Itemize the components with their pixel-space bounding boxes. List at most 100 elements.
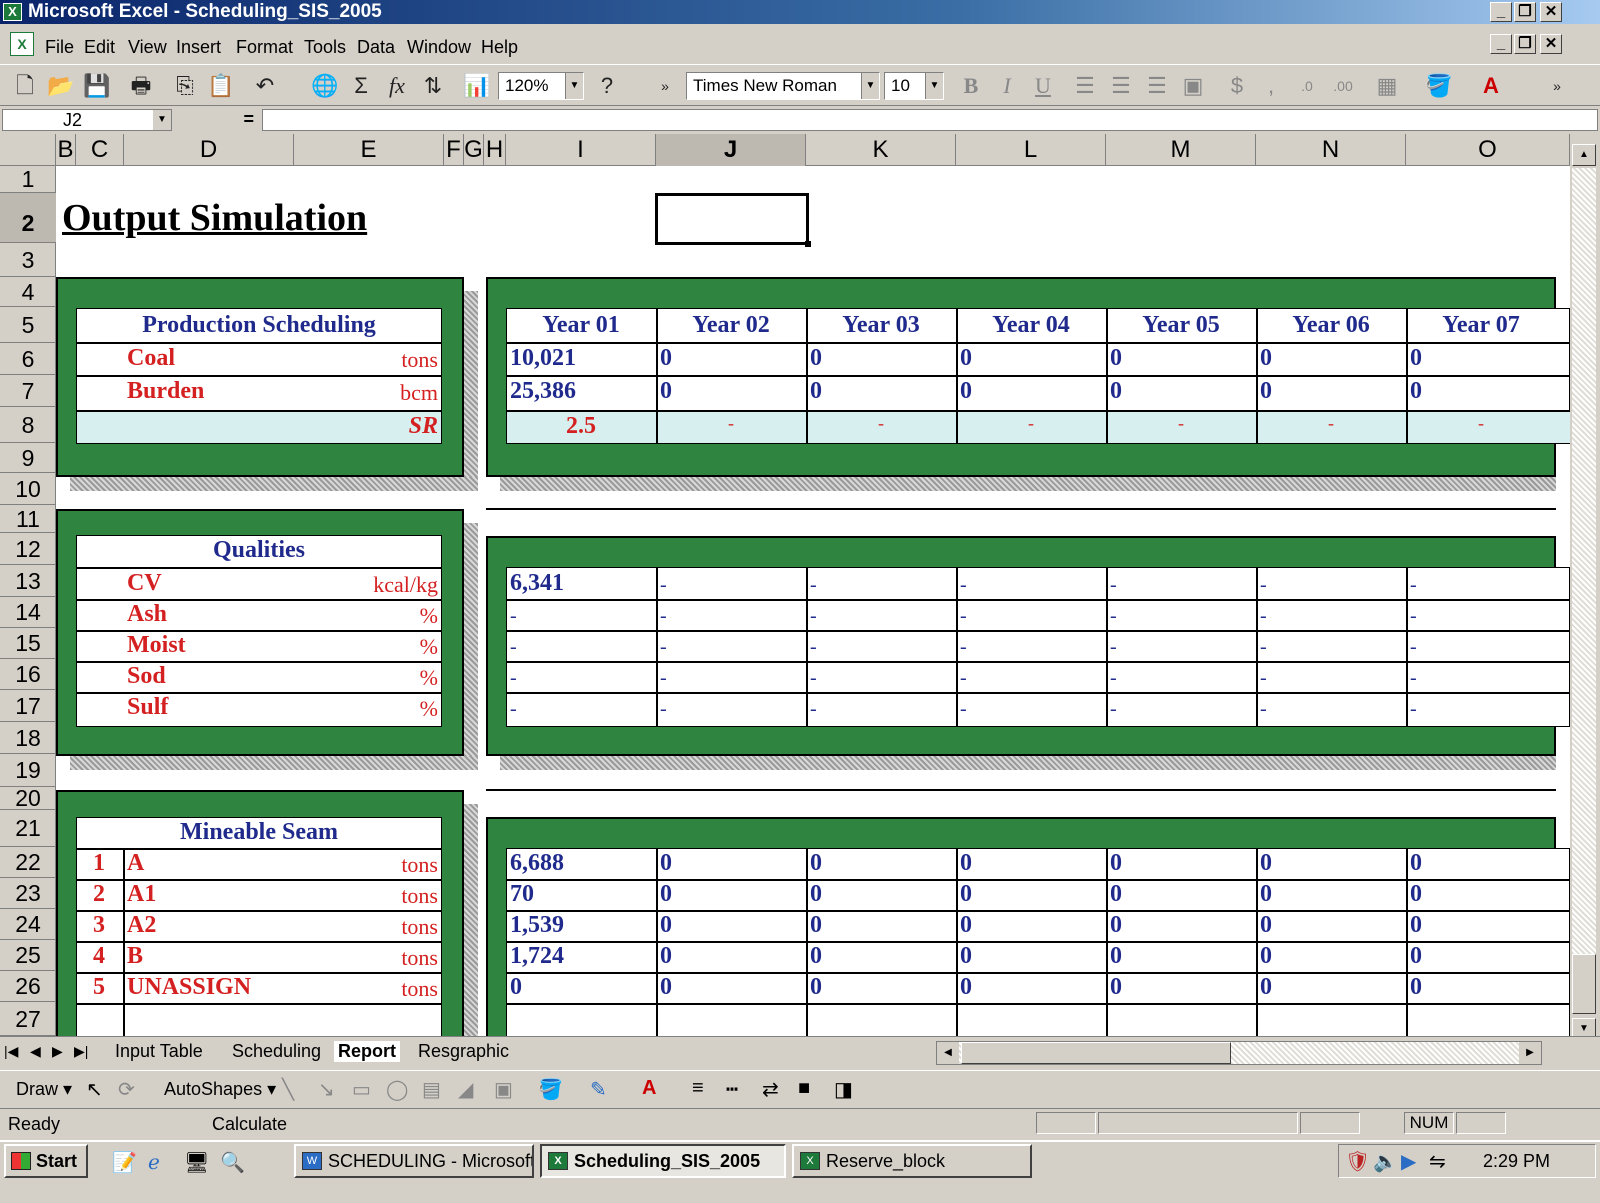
seam-value-cell[interactable]: 0 (810, 912, 822, 939)
align-center-icon[interactable]: ☰ (1106, 71, 1136, 101)
seam-value-cell[interactable]: 70 (510, 881, 534, 908)
seam-value-cell[interactable]: 1,539 (510, 912, 564, 939)
quality-value-cell[interactable]: 6,341 (510, 570, 564, 597)
seam-value-cell[interactable]: 0 (1110, 974, 1122, 1001)
col-header-g[interactable]: G (464, 134, 484, 166)
vertical-scrollbar[interactable]: ▲ ▼ (1570, 134, 1600, 1054)
quicklaunch-search-icon[interactable]: 🔍 (220, 1150, 245, 1175)
wordart-icon[interactable]: ◢ (458, 1077, 473, 1102)
burden-value-cell[interactable]: 0 (1110, 378, 1122, 405)
col-header-k[interactable]: K (806, 134, 956, 166)
quality-value-cell[interactable]: - (960, 574, 967, 597)
save-icon[interactable]: 💾 (82, 71, 112, 101)
row-header[interactable]: 5 (0, 307, 56, 343)
quality-value-cell[interactable]: - (1410, 574, 1417, 597)
taskbar-item-excel-active[interactable]: X Scheduling_SIS_2005 (540, 1144, 786, 1178)
oval-icon[interactable]: ◯ (386, 1077, 408, 1102)
row-header[interactable]: 14 (0, 597, 56, 628)
col-header-h[interactable]: H (484, 134, 506, 166)
worksheet-grid[interactable]: B C D E F G H I J K L M N O 1 2 3 4 5 6 … (0, 134, 1570, 1054)
font-color-icon[interactable]: A (1476, 71, 1506, 101)
italic-icon[interactable]: I (992, 71, 1022, 101)
menu-tools[interactable]: Tools (304, 37, 346, 58)
toolbar-more-icon[interactable]: » (1542, 71, 1572, 101)
rectangle-icon[interactable]: ▭ (352, 1077, 371, 1102)
quality-value-cell[interactable]: - (810, 574, 817, 597)
seam-value-cell[interactable]: 0 (1410, 974, 1422, 1001)
seam-value-cell[interactable]: 0 (1410, 943, 1422, 970)
seam-value-cell[interactable]: 0 (660, 881, 672, 908)
quality-value-cell[interactable]: - (1110, 698, 1117, 721)
seam-value-cell[interactable]: 0 (1110, 912, 1122, 939)
seam-value-cell[interactable]: 0 (1110, 850, 1122, 877)
horizontal-scrollbar[interactable]: ◀ ▶ (936, 1041, 1542, 1065)
row-header[interactable]: 16 (0, 659, 56, 690)
col-header-c[interactable]: C (76, 134, 124, 166)
quality-value-cell[interactable]: - (960, 698, 967, 721)
fill-color-icon[interactable]: 🪣 (1424, 71, 1454, 101)
function-icon[interactable]: fx (382, 71, 412, 101)
seam-value-cell[interactable]: 0 (660, 912, 672, 939)
quality-value-cell[interactable]: - (810, 667, 817, 690)
seam-value-cell[interactable]: 0 (660, 943, 672, 970)
row-header[interactable]: 12 (0, 533, 56, 565)
quality-value-cell[interactable]: - (1410, 698, 1417, 721)
free-rotate-icon[interactable]: ⟳ (118, 1077, 135, 1102)
sr-value-cell[interactable]: - (806, 413, 956, 434)
next-sheet-icon[interactable]: ▶ (52, 1043, 63, 1060)
row-header[interactable]: 13 (0, 565, 56, 597)
row-header[interactable]: 21 (0, 810, 56, 847)
quality-value-cell[interactable]: - (660, 698, 667, 721)
row-header[interactable]: 25 (0, 940, 56, 971)
quality-value-cell[interactable]: - (510, 636, 517, 659)
sr-value-cell[interactable]: - (956, 413, 1106, 434)
arrow-style-icon[interactable]: ⇄ (762, 1077, 779, 1102)
media-icon[interactable]: ▶ (1401, 1149, 1416, 1174)
quality-value-cell[interactable]: - (1260, 636, 1267, 659)
coal-value-cell[interactable]: 0 (660, 345, 672, 372)
tab-report[interactable]: Report (334, 1041, 400, 1062)
menu-data[interactable]: Data (357, 37, 395, 58)
seam-value-cell[interactable]: 0 (960, 881, 972, 908)
quality-value-cell[interactable]: - (1110, 605, 1117, 628)
row-header[interactable]: 20 (0, 787, 56, 810)
row-header[interactable]: 17 (0, 690, 56, 722)
menu-format[interactable]: Format (236, 37, 293, 58)
row-header[interactable]: 19 (0, 754, 56, 787)
quicklaunch-ie-icon[interactable]: ℯ (148, 1150, 160, 1175)
dash-style-icon[interactable]: ┅ (726, 1077, 738, 1102)
quality-value-cell[interactable]: - (1110, 667, 1117, 690)
draw-font-color-icon[interactable]: A (642, 1077, 656, 1100)
font-size-select[interactable]: 10 ▼ (884, 72, 944, 100)
quality-value-cell[interactable]: - (510, 605, 517, 628)
draw-fill-color-icon[interactable]: 🪣 (538, 1077, 563, 1102)
shadow-icon[interactable]: ■ (798, 1077, 810, 1100)
sr-value-cell[interactable]: - (656, 413, 806, 434)
seam-value-cell[interactable]: 1,724 (510, 943, 564, 970)
quality-value-cell[interactable]: - (810, 698, 817, 721)
menu-window[interactable]: Window (407, 37, 471, 58)
quality-value-cell[interactable]: - (660, 574, 667, 597)
col-header-i[interactable]: I (506, 134, 656, 166)
align-right-icon[interactable]: ☰ (1142, 71, 1172, 101)
menu-insert[interactable]: Insert (176, 37, 221, 58)
seam-value-cell[interactable]: 0 (1260, 974, 1272, 1001)
currency-icon[interactable]: $ (1222, 71, 1252, 101)
scroll-track[interactable] (1572, 168, 1596, 988)
seam-value-cell[interactable]: 0 (1410, 912, 1422, 939)
col-header-l[interactable]: L (956, 134, 1106, 166)
quicklaunch-desktop-icon[interactable]: 🖥 (184, 1150, 209, 1175)
seam-value-cell[interactable]: 0 (960, 850, 972, 877)
underline-icon[interactable]: U (1028, 71, 1058, 101)
sr-value-cell[interactable]: - (1256, 413, 1406, 434)
name-box[interactable]: J2 ▼ (2, 109, 172, 131)
row-header[interactable]: 1 (0, 166, 56, 193)
paste-icon[interactable]: 📋 (206, 71, 236, 101)
arrow-icon[interactable]: ↘ (318, 1077, 335, 1102)
seam-value-cell[interactable]: 0 (1260, 881, 1272, 908)
burden-value-cell[interactable]: 0 (810, 378, 822, 405)
quality-value-cell[interactable]: - (660, 636, 667, 659)
toolbar-options-icon[interactable]: » (650, 71, 680, 101)
increase-decimal-icon[interactable]: .0 (1292, 71, 1322, 101)
burden-value-cell[interactable]: 25,386 (510, 378, 576, 405)
